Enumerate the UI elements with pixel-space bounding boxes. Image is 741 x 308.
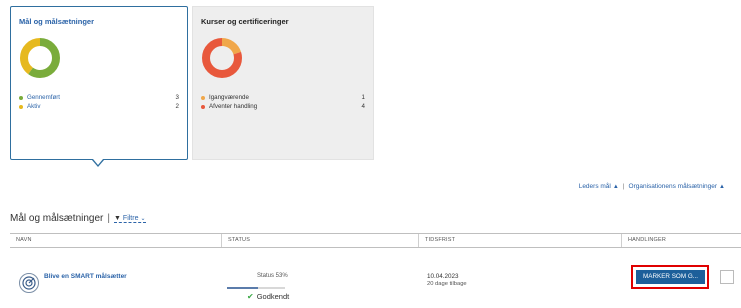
section-title: Mål og målsætninger xyxy=(10,213,104,224)
legend-item-completed[interactable]: Gennemført 3 xyxy=(19,93,179,102)
org-goals-link[interactable]: Organisationens målsætninger ▲ xyxy=(629,183,725,190)
legend-count: 4 xyxy=(361,103,365,110)
title-separator: | xyxy=(107,213,110,224)
goal-links: Leders mål ▲ | Organisationens målsætning… xyxy=(579,183,725,190)
legend-item-awaiting[interactable]: Afventer handling 4 xyxy=(201,102,365,111)
approval-label: Godkendt xyxy=(256,292,290,301)
progress-bar-fill xyxy=(227,287,258,289)
legend-label: Gennemført xyxy=(27,94,61,101)
courses-card[interactable]: Kurser og certificeringer Igangværende 1… xyxy=(192,6,374,160)
org-goals-label: Organisationens målsætninger xyxy=(628,183,718,190)
goal-name-link[interactable]: Blive en SMART målsætter xyxy=(44,273,127,280)
column-header-deadline[interactable]: Tidsfrist xyxy=(418,234,621,247)
progress-bar xyxy=(227,287,285,289)
target-icon xyxy=(19,273,39,293)
leaders-goals-label: Leders mål xyxy=(578,183,611,190)
legend-label: Afventer handling xyxy=(209,103,258,110)
link-separator: | xyxy=(622,183,625,190)
legend-label: Igangværende xyxy=(209,94,249,101)
chevron-up-icon: ▲ xyxy=(612,184,619,190)
legend-dot-in-progress xyxy=(201,95,205,100)
more-actions-button[interactable] xyxy=(720,270,734,284)
courses-donut-chart xyxy=(202,38,242,78)
filter-button[interactable]: ▼ Filtre ⌄ xyxy=(113,214,146,223)
mark-as-button[interactable]: MARKER SOM G... xyxy=(636,270,705,284)
legend-dot-awaiting xyxy=(201,104,205,109)
check-icon: ✔ xyxy=(247,292,254,301)
legend-item-active[interactable]: Aktiv 2 xyxy=(19,102,179,111)
approval-status: ✔ Godkendt xyxy=(247,292,289,301)
legend-dot-active xyxy=(19,104,23,109)
days-left: 20 dage tilbage xyxy=(427,281,467,287)
column-header-actions: Handlinger xyxy=(621,234,741,247)
deadline-date: 10.04.2023 xyxy=(427,273,459,280)
legend-label: Aktiv xyxy=(27,103,41,110)
section-header: Mål og målsætninger | ▼ Filtre ⌄ xyxy=(10,213,146,224)
goals-card-title: Mål og målsætninger xyxy=(19,17,95,26)
courses-card-title: Kurser og certificeringer xyxy=(201,17,289,26)
goals-legend: Gennemført 3 Aktiv 2 xyxy=(19,93,179,111)
legend-count: 2 xyxy=(175,103,179,110)
legend-item-in-progress[interactable]: Igangværende 1 xyxy=(201,93,365,102)
goals-donut-chart xyxy=(20,38,60,78)
legend-count: 3 xyxy=(175,94,179,101)
chevron-down-icon: ⌄ xyxy=(140,215,146,222)
filter-label: Filtre xyxy=(122,214,139,222)
goals-card[interactable]: Mål og målsætninger Gennemført 3 Aktiv 2 xyxy=(10,6,188,160)
leaders-goals-link[interactable]: Leders mål ▲ xyxy=(579,183,619,190)
legend-count: 1 xyxy=(361,94,365,101)
legend-dot-completed xyxy=(19,95,23,100)
goals-table: Navn Status Tidsfrist Handlinger Blive e… xyxy=(10,233,741,308)
chevron-up-icon: ▲ xyxy=(719,184,725,190)
filter-icon: ▼ xyxy=(113,214,121,222)
selected-card-pointer xyxy=(92,159,104,167)
column-header-status[interactable]: Status xyxy=(221,234,418,247)
table-row: Blive en SMART målsætter Status 53% 10.0… xyxy=(10,248,741,308)
status-text: Status 53% xyxy=(257,273,288,279)
courses-legend: Igangværende 1 Afventer handling 4 xyxy=(201,93,365,111)
column-header-name[interactable]: Navn xyxy=(10,234,221,247)
table-header: Navn Status Tidsfrist Handlinger xyxy=(10,233,741,248)
